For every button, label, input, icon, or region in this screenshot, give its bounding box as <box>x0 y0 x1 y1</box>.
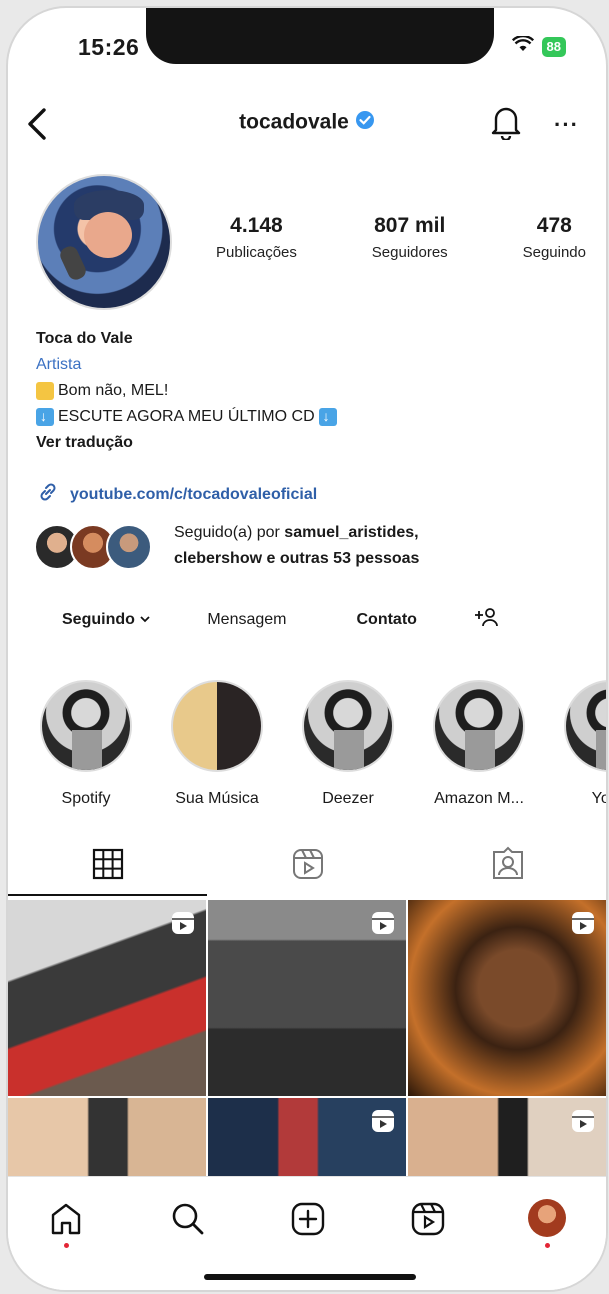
home-indicator <box>204 1274 416 1280</box>
chevron-down-icon <box>139 611 151 628</box>
highlight-sua-musica[interactable]: Sua Música <box>157 680 277 808</box>
highlight-amazon-music[interactable]: Amazon M... <box>419 680 539 808</box>
search-icon[interactable] <box>170 1201 206 1242</box>
post-thumbnail[interactable] <box>208 900 406 1096</box>
reel-icon <box>370 1108 396 1139</box>
posts-grid <box>8 900 606 1182</box>
following-button[interactable]: Seguindo <box>62 611 151 629</box>
profile-header: tocadovale ··· <box>8 100 606 150</box>
highlight-cover <box>302 680 394 772</box>
contact-button[interactable]: Contato <box>357 611 417 629</box>
profile-category: Artista <box>36 356 82 373</box>
status-time: 15:26 <box>78 34 140 60</box>
highlight-youtube[interactable]: YouT <box>550 680 606 808</box>
bio-line: ESCUTE AGORA MEU ÚLTIMO CD <box>36 403 576 430</box>
profile-tabs <box>8 842 606 898</box>
stat-value: 807 mil <box>374 214 446 237</box>
highlight-label: Deezer <box>322 790 374 807</box>
post-thumbnail[interactable] <box>8 1098 206 1182</box>
post-thumbnail[interactable] <box>408 900 606 1096</box>
wifi-icon <box>511 34 534 57</box>
post-thumbnail[interactable] <box>8 900 206 1096</box>
phone-screen: 15:26 88 tocadovale ··· 4.148 Publicaçõe… <box>8 8 606 1290</box>
verified-badge-icon <box>355 110 375 136</box>
profile-bio: Toca do Vale Artista Bom não, MEL! ESCUT… <box>36 326 576 456</box>
highlight-label: Sua Música <box>175 790 259 807</box>
home-icon[interactable] <box>48 1201 84 1242</box>
profile-stats: 4.148 Publicações 807 mil Seguidores 478… <box>216 214 586 261</box>
add-user-icon[interactable] <box>473 606 499 633</box>
story-highlights: Spotify Sua Música Deezer Amazon M... Yo… <box>8 680 606 810</box>
stat-label: Seguindo <box>522 244 586 261</box>
profile-notification-dot <box>545 1243 550 1248</box>
more-options-button[interactable]: ··· <box>554 112 579 138</box>
down-arrow-emoji-icon <box>36 403 54 429</box>
stat-posts[interactable]: 4.148 Publicações <box>216 214 297 261</box>
highlight-cover <box>433 680 525 772</box>
display-name: Toca do Vale <box>36 330 133 347</box>
link-text: youtube.com/c/tocadovaleoficial <box>70 485 318 503</box>
followed-line-2: clebershow e outras 53 pessoas <box>174 550 420 567</box>
profile-link[interactable]: youtube.com/c/tocadovaleoficial <box>36 480 317 509</box>
create-post-icon[interactable] <box>290 1201 326 1242</box>
highlight-label: Amazon M... <box>434 790 524 807</box>
reel-icon <box>570 1108 596 1139</box>
active-tab-indicator <box>8 894 207 896</box>
tagged-tab-icon[interactable] <box>490 846 526 887</box>
message-button[interactable]: Mensagem <box>207 611 286 629</box>
bottom-navigation <box>8 1176 606 1290</box>
stat-label: Seguidores <box>371 244 448 261</box>
reels-icon[interactable] <box>410 1201 446 1242</box>
battery-indicator: 88 <box>541 36 566 57</box>
translate-link[interactable]: Ver tradução <box>36 430 576 456</box>
stat-followers[interactable]: 807 mil Seguidores <box>372 214 448 261</box>
following-label: Seguindo <box>62 610 135 628</box>
grid-tab-icon[interactable] <box>90 846 126 887</box>
profile-avatar-nav[interactable] <box>528 1199 566 1237</box>
followed-names: samuel_aristides, <box>284 524 419 541</box>
stat-value: 478 <box>536 214 572 237</box>
highlight-cover <box>40 680 132 772</box>
honey-emoji-icon <box>36 382 54 400</box>
stat-following[interactable]: 478 Seguindo <box>523 214 586 261</box>
highlight-cover <box>564 680 606 772</box>
reel-icon <box>170 910 196 941</box>
link-icon <box>36 480 60 509</box>
home-notification-dot <box>64 1243 69 1248</box>
post-thumbnail[interactable] <box>208 1098 406 1182</box>
bio-text: Bom não, MEL! <box>58 382 169 399</box>
down-arrow-emoji-icon <box>318 403 337 429</box>
status-icons: 88 <box>511 34 566 57</box>
follower-avatar <box>106 524 152 570</box>
followed-prefix: Seguido(a) por <box>174 524 285 541</box>
followed-by-text: Seguido(a) por samuel_aristides, clebers… <box>174 520 419 572</box>
reels-tab-icon[interactable] <box>290 846 326 887</box>
highlight-label: Spotify <box>61 790 111 807</box>
highlight-spotify[interactable]: Spotify <box>26 680 146 808</box>
notification-bell-icon[interactable] <box>490 104 522 145</box>
followed-by[interactable]: Seguido(a) por samuel_aristides, clebers… <box>34 514 594 574</box>
stat-label: Publicações <box>216 244 297 261</box>
profile-actions: Seguindo Mensagem Contato <box>36 606 586 633</box>
camera-notch <box>146 8 494 64</box>
bio-text: ESCUTE AGORA MEU ÚLTIMO CD <box>58 408 315 425</box>
highlight-cover <box>171 680 263 772</box>
profile-avatar[interactable] <box>36 174 172 310</box>
username: tocadovale <box>239 110 349 134</box>
reel-icon <box>370 910 396 941</box>
post-thumbnail[interactable] <box>408 1098 606 1182</box>
highlight-label: YouT <box>591 790 606 807</box>
bio-line: Bom não, MEL! <box>36 378 576 404</box>
stat-value: 4.148 <box>230 214 283 237</box>
reel-icon <box>570 910 596 941</box>
highlight-deezer[interactable]: Deezer <box>288 680 408 808</box>
